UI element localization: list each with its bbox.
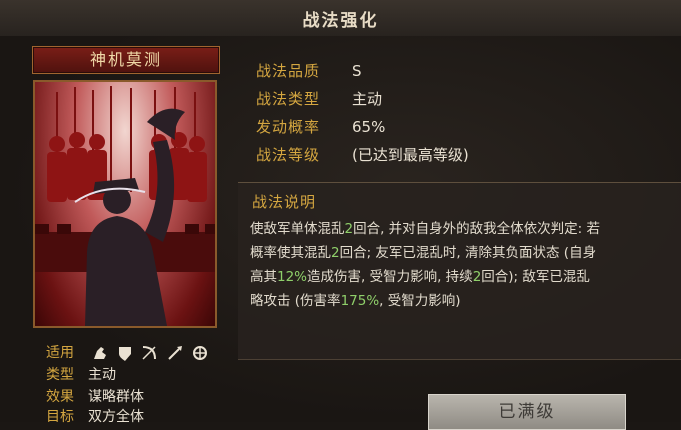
- property-type: 战法类型 主动: [256, 90, 383, 108]
- target-row: 目标 双方全体: [46, 409, 144, 425]
- skill-name-banner: 神机莫测: [32, 46, 220, 74]
- page-title: 战法强化: [302, 11, 379, 31]
- trigger-rate-value: 65%: [352, 118, 386, 136]
- property-level: 战法等级 (已达到最高等级): [256, 146, 469, 164]
- highlight-value: 12%: [277, 269, 308, 285]
- description-line: 概率使其混乱2回合; 友军已混乱时, 清除其负面状态 (自身: [250, 241, 596, 261]
- skill-card-art: [33, 80, 217, 328]
- cavalry-icon: [94, 347, 107, 359]
- description-heading: 战法说明: [252, 193, 317, 211]
- description-text: 概率使其混乱: [250, 245, 331, 261]
- description-line: 高其12%造成伤害, 受智力影响, 持续2回合); 敌军已混乱: [250, 265, 590, 285]
- property-trigger-rate: 发动概率 65%: [256, 118, 386, 136]
- unit-type-icons: [92, 345, 213, 361]
- description-text: , 受智力影响): [379, 293, 461, 309]
- description-text: 略攻击 (伤害率: [250, 293, 341, 309]
- skill-description-panel: 战法说明 使敌军单体混乱2回合, 并对自身外的敌我全体依次判定: 若 概率使其混…: [238, 182, 681, 360]
- effect-row: 效果 谋略群体: [46, 389, 144, 405]
- spear-icon: [168, 346, 182, 360]
- description-text: 回合, 并对自身外的敌我全体依次判定: 若: [353, 221, 601, 237]
- type-value: 主动: [352, 90, 383, 108]
- type-row: 类型 主动: [46, 367, 116, 383]
- property-quality: 战法品质 S: [256, 62, 362, 80]
- description-text: 回合; 友军已混乱时, 清除其负面状态 (自身: [339, 245, 597, 261]
- description-line: 略攻击 (伤害率175%, 受智力影响): [250, 289, 461, 309]
- skill-properties: 战法品质 S 战法类型 主动 发动概率 65% 战法等级 (已达到最高等级): [238, 50, 681, 180]
- bow-icon: [142, 346, 157, 360]
- quality-value: S: [352, 62, 362, 80]
- description-text: 使敌军单体混乱: [250, 221, 345, 237]
- level-value: (已达到最高等级): [352, 146, 469, 164]
- max-level-button[interactable]: 已满级: [428, 394, 626, 430]
- description-text: 高其: [250, 269, 277, 285]
- applies-row: 适用: [46, 342, 213, 362]
- highlight-value: 175%: [340, 293, 380, 309]
- shield-icon: [118, 347, 131, 361]
- title-bar: 战法强化: [0, 0, 681, 37]
- highlight-value: 2: [472, 269, 482, 285]
- description-line: 使敌军单体混乱2回合, 并对自身外的敌我全体依次判定: 若: [250, 217, 600, 237]
- highlight-value: 2: [344, 221, 354, 237]
- description-text: 造成伤害, 受智力影响, 持续: [307, 269, 473, 285]
- siege-icon: [193, 346, 208, 360]
- description-text: 回合); 敌军已混乱: [481, 269, 590, 285]
- skill-art-illustration: [35, 86, 215, 326]
- highlight-value: 2: [331, 245, 340, 261]
